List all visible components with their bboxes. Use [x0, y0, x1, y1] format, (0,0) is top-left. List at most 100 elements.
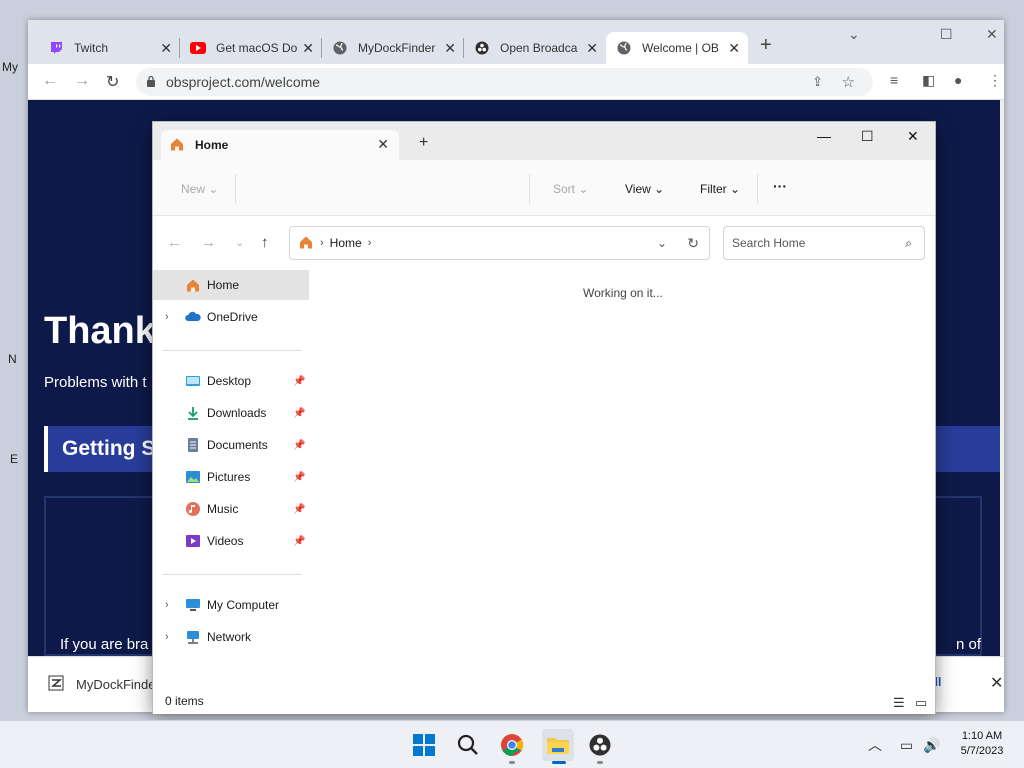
nav-item-documents[interactable]: Documents 📌 — [153, 430, 309, 460]
close-tab-icon[interactable]: ✕ — [377, 136, 389, 153]
pin-icon[interactable]: 📌 — [293, 504, 305, 515]
breadcrumb-chevron-icon[interactable]: › — [320, 237, 324, 249]
maximize-icon[interactable]: ☐ — [861, 128, 874, 145]
nav-item-onedrive[interactable]: › OneDrive — [153, 302, 309, 332]
tab-search-icon[interactable]: ⌄ — [848, 26, 860, 43]
pin-icon[interactable]: 📌 — [293, 440, 305, 451]
details-view-icon[interactable]: ☰ — [893, 695, 905, 711]
browser-tab-welcome-obs[interactable]: Welcome | OB ✕ — [606, 32, 748, 64]
file-explorer-icon[interactable] — [542, 729, 574, 761]
forward-icon[interactable]: → — [201, 234, 216, 251]
pin-icon[interactable]: 📌 — [293, 376, 305, 387]
videos-icon — [185, 533, 201, 549]
windows-start-icon[interactable] — [410, 731, 438, 759]
share-icon[interactable]: ⇪ — [812, 74, 823, 90]
nav-item-downloads[interactable]: Downloads 📌 — [153, 398, 309, 428]
desktop-icon-label[interactable]: N — [8, 352, 17, 366]
back-icon[interactable]: ← — [42, 72, 58, 90]
filter-label: Filter — [700, 182, 727, 196]
nav-item-videos[interactable]: Videos 📌 — [153, 526, 309, 556]
volume-icon[interactable]: 🔊 — [923, 737, 940, 753]
up-icon[interactable]: ↑ — [261, 234, 269, 251]
new-tab-button[interactable]: + — [419, 134, 428, 152]
nav-item-my-computer[interactable]: › My Computer — [153, 590, 309, 620]
reading-list-icon[interactable]: ≡ — [890, 72, 898, 88]
download-arrow-icon — [185, 405, 201, 421]
new-button[interactable]: New ⌄ — [181, 182, 218, 196]
expand-chevron-icon[interactable]: › — [165, 631, 169, 643]
minimize-icon[interactable]: — — [817, 128, 831, 144]
browser-tab-mydockfinder[interactable]: MyDockFinder ✕ — [322, 32, 464, 64]
new-tab-button[interactable]: + — [760, 34, 772, 57]
forward-icon[interactable]: → — [74, 72, 90, 90]
address-dropdown-icon[interactable]: ⌄ — [657, 236, 667, 250]
network-status-icon[interactable]: ▭ — [900, 737, 913, 753]
nav-item-desktop[interactable]: Desktop 📌 — [153, 366, 309, 396]
lock-icon[interactable] — [146, 75, 156, 90]
tiles-view-icon[interactable]: ▭ — [915, 695, 927, 711]
search-box[interactable]: ⌕ — [723, 226, 925, 260]
filter-button[interactable]: Filter ⌄ — [700, 182, 740, 196]
file-list-area[interactable]: Working on it... — [313, 270, 933, 692]
browser-tab-twitch[interactable]: Twitch ✕ — [38, 32, 180, 64]
back-icon[interactable]: ← — [167, 234, 182, 251]
side-panel-icon[interactable]: ◧ — [922, 72, 935, 89]
clock[interactable]: 1:10 AM 5/7/2023 — [950, 729, 1014, 759]
browser-tab-obs[interactable]: Open Broadca ✕ — [464, 32, 606, 64]
nav-item-home[interactable]: Home — [153, 270, 309, 300]
command-divider — [529, 174, 530, 204]
recent-locations-icon[interactable]: ⌄ — [235, 236, 244, 249]
reload-icon[interactable]: ↻ — [106, 72, 119, 92]
maximize-icon[interactable]: ☐ — [940, 26, 953, 43]
close-tab-icon[interactable]: ✕ — [302, 40, 314, 57]
close-window-icon[interactable]: ✕ — [986, 26, 998, 43]
close-tab-icon[interactable]: ✕ — [444, 40, 456, 57]
search-icon[interactable]: ⌕ — [905, 236, 912, 251]
close-tab-icon[interactable]: ✕ — [586, 40, 598, 57]
show-hidden-icons-chevron-icon[interactable]: ︿ — [868, 737, 882, 753]
menu-kebab-icon[interactable]: ⋮ — [988, 72, 1002, 89]
breadcrumb-home[interactable]: Home — [330, 236, 362, 250]
bookmark-star-icon[interactable]: ☆ — [842, 73, 855, 91]
pin-icon[interactable]: 📌 — [293, 408, 305, 419]
close-download-bar-icon[interactable]: ✕ — [990, 673, 1003, 693]
breadcrumb-chevron-icon[interactable]: › — [368, 237, 372, 249]
page-scrollbar[interactable] — [1000, 100, 1004, 656]
expand-chevron-icon[interactable]: › — [165, 599, 169, 611]
browser-tab-youtube[interactable]: Get macOS Do ✕ — [180, 32, 322, 64]
nav-item-network[interactable]: › Network — [153, 622, 309, 652]
close-window-icon[interactable]: ✕ — [907, 128, 919, 145]
youtube-icon — [190, 40, 206, 56]
view-label: View — [625, 182, 651, 196]
desktop-icon-label[interactable]: E — [10, 452, 18, 466]
globe-icon — [332, 40, 348, 56]
nav-item-music[interactable]: Music 📌 — [153, 494, 309, 524]
close-tab-icon[interactable]: ✕ — [728, 40, 740, 57]
profile-avatar-icon[interactable]: ● — [954, 72, 962, 88]
view-button[interactable]: View ⌄ — [625, 182, 664, 196]
nav-label: Pictures — [207, 470, 251, 484]
pin-icon[interactable]: 📌 — [293, 536, 305, 547]
desktop-icon-label[interactable]: My — [2, 60, 18, 74]
download-file-name[interactable]: MyDockFinde — [76, 677, 155, 692]
search-icon[interactable] — [454, 731, 482, 759]
document-icon — [185, 437, 201, 453]
address-bar[interactable]: obsproject.com/welcome ⇪ ☆ — [136, 68, 873, 96]
explorer-tab-home[interactable]: Home ✕ — [161, 130, 399, 160]
address-bar[interactable]: › Home › ⌄ ↻ — [289, 226, 710, 260]
nav-label: Network — [207, 630, 252, 644]
download-file-icon — [48, 675, 64, 694]
obs-icon[interactable] — [586, 731, 614, 759]
refresh-icon[interactable]: ↻ — [687, 235, 699, 252]
expand-chevron-icon[interactable]: › — [165, 311, 169, 323]
tab-label: Open Broadca — [500, 41, 578, 55]
close-tab-icon[interactable]: ✕ — [160, 40, 172, 57]
more-options-button[interactable]: ··· — [773, 178, 787, 194]
sort-button[interactable]: Sort ⌄ — [553, 182, 588, 196]
search-input[interactable] — [732, 236, 892, 250]
nav-item-pictures[interactable]: Pictures 📌 — [153, 462, 309, 492]
command-divider — [235, 174, 236, 204]
chrome-icon[interactable] — [498, 731, 526, 759]
command-divider — [757, 174, 758, 204]
pin-icon[interactable]: 📌 — [293, 472, 305, 483]
